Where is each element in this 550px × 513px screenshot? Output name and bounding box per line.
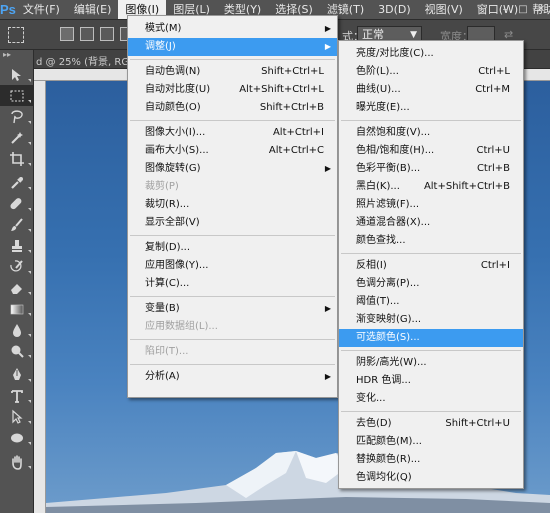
- crop-tool-icon[interactable]: [0, 148, 34, 169]
- document-tab-label: d @ 25% (背景, RGB: [36, 57, 136, 68]
- adjust-posterize[interactable]: 色调分离(P)...: [339, 275, 523, 293]
- toolbar-grip-icon[interactable]: ▸▸: [0, 50, 33, 64]
- new-selection-icon[interactable]: [60, 27, 74, 41]
- image-menu-adjustments[interactable]: 调整(J) ▶: [128, 38, 337, 56]
- menu-view[interactable]: 视图(V): [418, 0, 470, 19]
- adjust-hdr-toning[interactable]: HDR 色调...: [339, 372, 523, 390]
- dodge-tool-icon[interactable]: [0, 340, 34, 361]
- adjust-hue-saturation[interactable]: 色相/饱和度(H)... Ctrl+U: [339, 142, 523, 160]
- image-menu-image-size[interactable]: 图像大小(I)... Alt+Ctrl+I: [128, 124, 337, 142]
- vertical-ruler: [34, 81, 46, 513]
- adjust-black-white[interactable]: 黑白(K)... Alt+Shift+Ctrl+B: [339, 178, 523, 196]
- menu-separator: [130, 339, 335, 340]
- healing-brush-tool-icon[interactable]: [0, 193, 34, 214]
- submenu-arrow-icon: ▶: [324, 42, 331, 51]
- menu-separator: [341, 120, 521, 121]
- path-selection-tool-icon[interactable]: [0, 406, 34, 427]
- subtract-selection-icon[interactable]: [100, 27, 114, 41]
- image-menu-trim[interactable]: 裁切(R)...: [128, 196, 337, 214]
- adjust-shadows-highlights[interactable]: 阴影/高光(W)...: [339, 354, 523, 372]
- menu-separator: [130, 59, 335, 60]
- image-menu-calculations[interactable]: 计算(C)...: [128, 275, 337, 293]
- adjust-curves[interactable]: 曲线(U)... Ctrl+M: [339, 81, 523, 99]
- adjust-color-lookup[interactable]: 颜色查找...: [339, 232, 523, 250]
- gradient-tool-icon[interactable]: [0, 298, 34, 319]
- clone-stamp-tool-icon[interactable]: [0, 235, 34, 256]
- image-menu-mode[interactable]: 模式(M) ▶: [128, 20, 337, 38]
- adjust-brightness-contrast[interactable]: 亮度/对比度(C)...: [339, 45, 523, 63]
- image-menu-variables[interactable]: 变量(B) ▶: [128, 300, 337, 318]
- add-selection-icon[interactable]: [80, 27, 94, 41]
- submenu-arrow-icon: ▶: [324, 304, 331, 313]
- menu-separator: [341, 411, 521, 412]
- history-brush-tool-icon[interactable]: [0, 256, 34, 277]
- eyedropper-tool-icon[interactable]: [0, 172, 34, 193]
- window-controls: – □ ✕: [496, 0, 550, 19]
- adjust-invert[interactable]: 反相(I) Ctrl+I: [339, 257, 523, 275]
- image-menu-apply-data-set: 应用数据组(L)...: [145, 321, 218, 332]
- close-button[interactable]: ✕: [532, 0, 550, 19]
- image-menu-auto-color[interactable]: 自动颜色(O) Shift+Ctrl+B: [128, 99, 337, 117]
- toolbar: ▸▸: [0, 50, 34, 513]
- adjust-vibrance[interactable]: 自然饱和度(V)...: [339, 124, 523, 142]
- adjust-color-balance[interactable]: 色彩平衡(B)... Ctrl+B: [339, 160, 523, 178]
- submenu-arrow-icon: ▶: [324, 24, 331, 33]
- blur-tool-icon[interactable]: [0, 319, 34, 340]
- adjust-photo-filter[interactable]: 照片滤镜(F)...: [339, 196, 523, 214]
- adjust-selective-color[interactable]: 可选颜色(S)...: [339, 329, 523, 347]
- photoshop-logo: Ps: [0, 2, 16, 17]
- brush-tool-icon[interactable]: [0, 214, 34, 235]
- menu-3d[interactable]: 3D(D): [371, 0, 418, 19]
- ellipse-tool-icon[interactable]: [0, 427, 34, 448]
- lasso-tool-icon[interactable]: [0, 106, 34, 127]
- image-menu-image-rotation[interactable]: 图像旋转(G) ▶: [128, 160, 337, 178]
- adjust-exposure[interactable]: 曝光度(E)...: [339, 99, 523, 117]
- menu-separator: [130, 296, 335, 297]
- rectangular-marquee-tool-icon[interactable]: [0, 85, 34, 106]
- image-menu-reveal-all[interactable]: 显示全部(V): [128, 214, 337, 232]
- menu-separator: [130, 120, 335, 121]
- adjust-variations[interactable]: 变化...: [339, 390, 523, 408]
- submenu-arrow-icon: ▶: [324, 164, 331, 173]
- menu-separator: [130, 235, 335, 236]
- adjustments-submenu: 亮度/对比度(C)... 色阶(L)... Ctrl+L 曲线(U)... Ctrl…: [338, 40, 524, 489]
- adjust-levels[interactable]: 色阶(L)... Ctrl+L: [339, 63, 523, 81]
- adjust-equalize[interactable]: 色调均化(Q): [339, 469, 523, 487]
- image-menu-crop: 裁剪(P): [145, 181, 179, 192]
- adjust-gradient-map[interactable]: 渐变映射(G)...: [339, 311, 523, 329]
- menu-edit[interactable]: 编辑(E): [67, 0, 119, 19]
- menu-separator: [341, 350, 521, 351]
- magic-wand-tool-icon[interactable]: [0, 127, 34, 148]
- image-menu-analysis[interactable]: 分析(A) ▶: [128, 368, 337, 386]
- move-tool-icon[interactable]: [0, 64, 34, 85]
- menu-file[interactable]: 文件(F): [16, 0, 67, 19]
- adjust-threshold[interactable]: 阈值(T)...: [339, 293, 523, 311]
- menu-separator: [130, 364, 335, 365]
- image-menu-trap: 陷印(T)...: [145, 346, 189, 357]
- submenu-arrow-icon: ▶: [324, 372, 331, 381]
- eraser-tool-icon[interactable]: [0, 277, 34, 298]
- adjust-replace-color[interactable]: 替换颜色(R)...: [339, 451, 523, 469]
- menu-separator: [341, 253, 521, 254]
- type-tool-icon[interactable]: [0, 385, 34, 406]
- marquee-preset-icon[interactable]: [8, 27, 24, 43]
- maximize-button[interactable]: □: [514, 0, 532, 19]
- pen-tool-icon[interactable]: [0, 364, 34, 385]
- hand-tool-icon[interactable]: [0, 451, 34, 472]
- minimize-button[interactable]: –: [496, 0, 514, 19]
- image-menu-canvas-size[interactable]: 画布大小(S)... Alt+Ctrl+C: [128, 142, 337, 160]
- adjust-channel-mixer[interactable]: 通道混合器(X)...: [339, 214, 523, 232]
- image-menu-auto-contrast[interactable]: 自动对比度(U) Alt+Shift+Ctrl+L: [128, 81, 337, 99]
- adjust-match-color[interactable]: 匹配颜色(M)...: [339, 433, 523, 451]
- image-menu-duplicate[interactable]: 复制(D)...: [128, 239, 337, 257]
- image-menu: 模式(M) ▶ 调整(J) ▶ 自动色调(N) Shift+Ctrl+L 自动对比度(…: [127, 15, 338, 398]
- image-menu-apply-image[interactable]: 应用图像(Y)...: [128, 257, 337, 275]
- adjust-desaturate[interactable]: 去色(D) Shift+Ctrl+U: [339, 415, 523, 433]
- image-menu-auto-tone[interactable]: 自动色调(N) Shift+Ctrl+L: [128, 63, 337, 81]
